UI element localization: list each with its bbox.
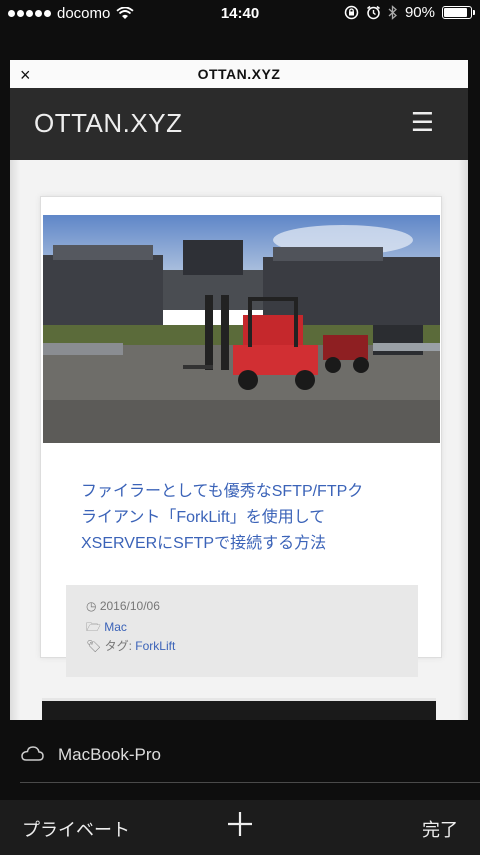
battery-percent: 90% (404, 4, 435, 21)
folder-icon: 🗁 (86, 620, 101, 634)
tag-icon: 🏷 (86, 639, 102, 653)
close-tab-icon[interactable]: × (20, 65, 31, 86)
status-right: 90% (344, 4, 475, 21)
bluetooth-icon (388, 5, 397, 20)
article-tag-link[interactable]: ForkLift (135, 639, 175, 653)
divider (20, 782, 480, 783)
category-row: 🗁 Mac (86, 618, 127, 639)
headline-line: ライアント「ForkLift」を使用して (81, 509, 326, 526)
card-edge-right (458, 160, 468, 720)
next-article-peek (42, 698, 436, 720)
article-thumbnail[interactable] (43, 215, 440, 443)
clock-icon: ◷ (86, 599, 97, 613)
article-card[interactable]: ファイラーとしても優秀なSFTP/FTPク ライアント「ForkLift」を使用… (40, 196, 442, 677)
icloud-tabs-device[interactable]: MacBook-Pro (0, 738, 480, 772)
status-bar: docomo 14:40 90% (0, 0, 480, 28)
tag-label: タグ: (104, 639, 132, 653)
card-edge-left (10, 160, 20, 720)
cloud-icon (21, 746, 44, 761)
article-category-link[interactable]: Mac (104, 620, 127, 634)
article-date: 2016/10/06 (99, 599, 160, 613)
tab-card[interactable]: × OTTAN.XYZ OTTAN.XYZ ☰ ファイラーとしても優秀なSFTP… (10, 60, 468, 720)
new-tab-plus-icon[interactable] (226, 810, 254, 838)
done-button[interactable]: 完了 (422, 816, 458, 842)
hamburger-menu-icon[interactable]: ☰ (411, 107, 434, 138)
article-meta: ◷ 2016/10/06 🗁 Mac 🏷 タグ: ForkLift (66, 585, 418, 677)
battery-fill (444, 8, 468, 17)
tab-title-bar: × OTTAN.XYZ (10, 60, 468, 88)
date-row: ◷ 2016/10/06 (86, 599, 160, 613)
battery-icon (442, 6, 475, 19)
site-logo[interactable]: OTTAN.XYZ (34, 108, 182, 139)
headline-line: ファイラーとしても優秀なSFTP/FTPク (81, 483, 364, 500)
device-name: MacBook-Pro (58, 745, 161, 764)
article-headline[interactable]: ファイラーとしても優秀なSFTP/FTPク ライアント「ForkLift」を使用… (81, 479, 411, 557)
tab-title: OTTAN.XYZ (197, 66, 281, 82)
private-browsing-button[interactable]: プライベート (22, 816, 130, 842)
alarm-icon (367, 5, 380, 20)
site-header: OTTAN.XYZ ☰ (10, 88, 468, 160)
tag-row: 🏷 タグ: ForkLift (86, 637, 175, 654)
headline-line: XSERVERにSFTPで接続する方法 (81, 535, 327, 552)
bottom-toolbar: プライベート 完了 (0, 800, 480, 855)
forklift-photo (43, 215, 440, 443)
orientation-lock-icon (344, 5, 359, 20)
